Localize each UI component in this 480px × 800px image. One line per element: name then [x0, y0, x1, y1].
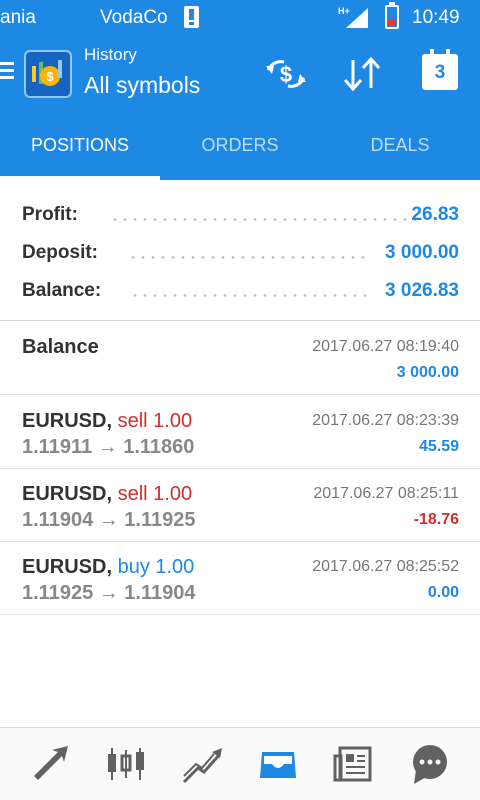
tab-label: DEALS: [370, 135, 430, 155]
balance-row: Balance: 3 026.83: [22, 277, 459, 307]
svg-text:$: $: [280, 62, 292, 87]
deal-row[interactable]: EURUSD, buy 1.00 1.11925 → 1.11904 2017.…: [0, 542, 480, 615]
app-logo[interactable]: $: [24, 50, 72, 98]
profit-label: Profit:: [22, 204, 78, 225]
deal-symbol: EURUSD, buy 1.00: [22, 556, 194, 579]
deal-symbol: EURUSD, sell 1.00: [22, 483, 192, 506]
deal-profit: 0.00: [427, 584, 459, 601]
tab-label: POSITIONS: [30, 135, 129, 155]
page-title: History: [84, 45, 137, 64]
deal-profit: 3 000.00: [396, 364, 459, 381]
calendar-icon[interactable]: 3: [422, 49, 458, 90]
tab-label: ORDERS: [201, 135, 279, 155]
deal-time: 2017.06.27 08:19:40: [312, 338, 459, 355]
deposit-label: Deposit:: [22, 242, 98, 263]
deposit-value: 3 000.00: [385, 242, 459, 263]
symbol-name: EURUSD,: [22, 556, 113, 578]
news-icon[interactable]: [332, 742, 376, 786]
dotted-leader: [110, 218, 416, 221]
metatrader-logo-icon: $: [32, 60, 62, 86]
app-bar: $ History All symbols $ 3: [0, 36, 480, 110]
tab-bar: POSITIONS ORDERS DEALS: [0, 110, 480, 180]
account-summary: Profit: 26.83 Deposit: 3 000.00 Balance:…: [0, 180, 480, 321]
bottom-navigation: [0, 727, 480, 800]
tab-orders[interactable]: ORDERS: [160, 110, 320, 180]
deal-row[interactable]: EURUSD, sell 1.00 1.11904 → 1.11925 2017…: [0, 469, 480, 542]
deal-row[interactable]: Balance 2017.06.27 08:19:40 3 000.00: [0, 322, 480, 395]
svg-text:$: $: [46, 69, 54, 84]
dotted-leader: [130, 294, 368, 297]
status-bar: ania VodaCo H+ 10:49: [0, 0, 480, 36]
calendar-day: 3: [434, 62, 446, 83]
profit-value: 26.83: [411, 204, 459, 225]
symbol-name: EURUSD,: [22, 483, 113, 505]
deal-prices: 1.11925 → 1.11904: [22, 582, 196, 604]
signal-icon: [346, 8, 368, 28]
deal-prices: 1.11904 → 1.11925: [22, 509, 196, 531]
dotted-leader: [128, 256, 368, 259]
symbol-filter[interactable]: All symbols: [84, 72, 200, 99]
currency-exchange-icon[interactable]: $: [264, 54, 308, 94]
history-icon[interactable]: [256, 742, 300, 786]
profit-row: Profit: 26.83: [22, 201, 459, 231]
deal-time: 2017.06.27 08:23:39: [312, 412, 459, 429]
tab-deals[interactable]: DEALS: [320, 110, 480, 180]
carrier-name: ania: [0, 7, 36, 28]
symbol-name: EURUSD,: [22, 410, 113, 432]
balance-value: 3 026.83: [385, 280, 459, 301]
carrier-name-2: VodaCo: [100, 7, 168, 28]
deal-side: sell 1.00: [117, 483, 193, 505]
balance-label: Balance:: [22, 280, 102, 301]
deal-time: 2017.06.27 08:25:11: [313, 485, 459, 502]
quotes-icon[interactable]: [28, 742, 72, 786]
tab-positions[interactable]: POSITIONS: [0, 110, 160, 180]
chart-icon[interactable]: [104, 742, 148, 786]
trade-icon[interactable]: [180, 742, 224, 786]
deal-row[interactable]: EURUSD, sell 1.00 1.11911 → 1.11860 2017…: [0, 396, 480, 469]
deal-side: sell 1.00: [117, 410, 193, 432]
deal-side: buy 1.00: [117, 556, 195, 578]
deal-prices: 1.11911 → 1.11860: [22, 436, 195, 458]
battery-icon: [385, 2, 399, 29]
notification-alert-icon: [184, 6, 199, 28]
deposit-row: Deposit: 3 000.00: [22, 239, 459, 269]
deal-profit: 45.59: [418, 438, 459, 455]
menu-icon[interactable]: [0, 62, 14, 80]
deal-profit: -18.76: [413, 511, 459, 528]
chat-icon[interactable]: [408, 742, 452, 786]
sort-icon[interactable]: [340, 54, 384, 94]
clock: 10:49: [412, 7, 460, 28]
deal-symbol: Balance: [22, 336, 99, 358]
deal-symbol: EURUSD, sell 1.00: [22, 410, 192, 433]
deal-time: 2017.06.27 08:25:52: [312, 558, 459, 575]
